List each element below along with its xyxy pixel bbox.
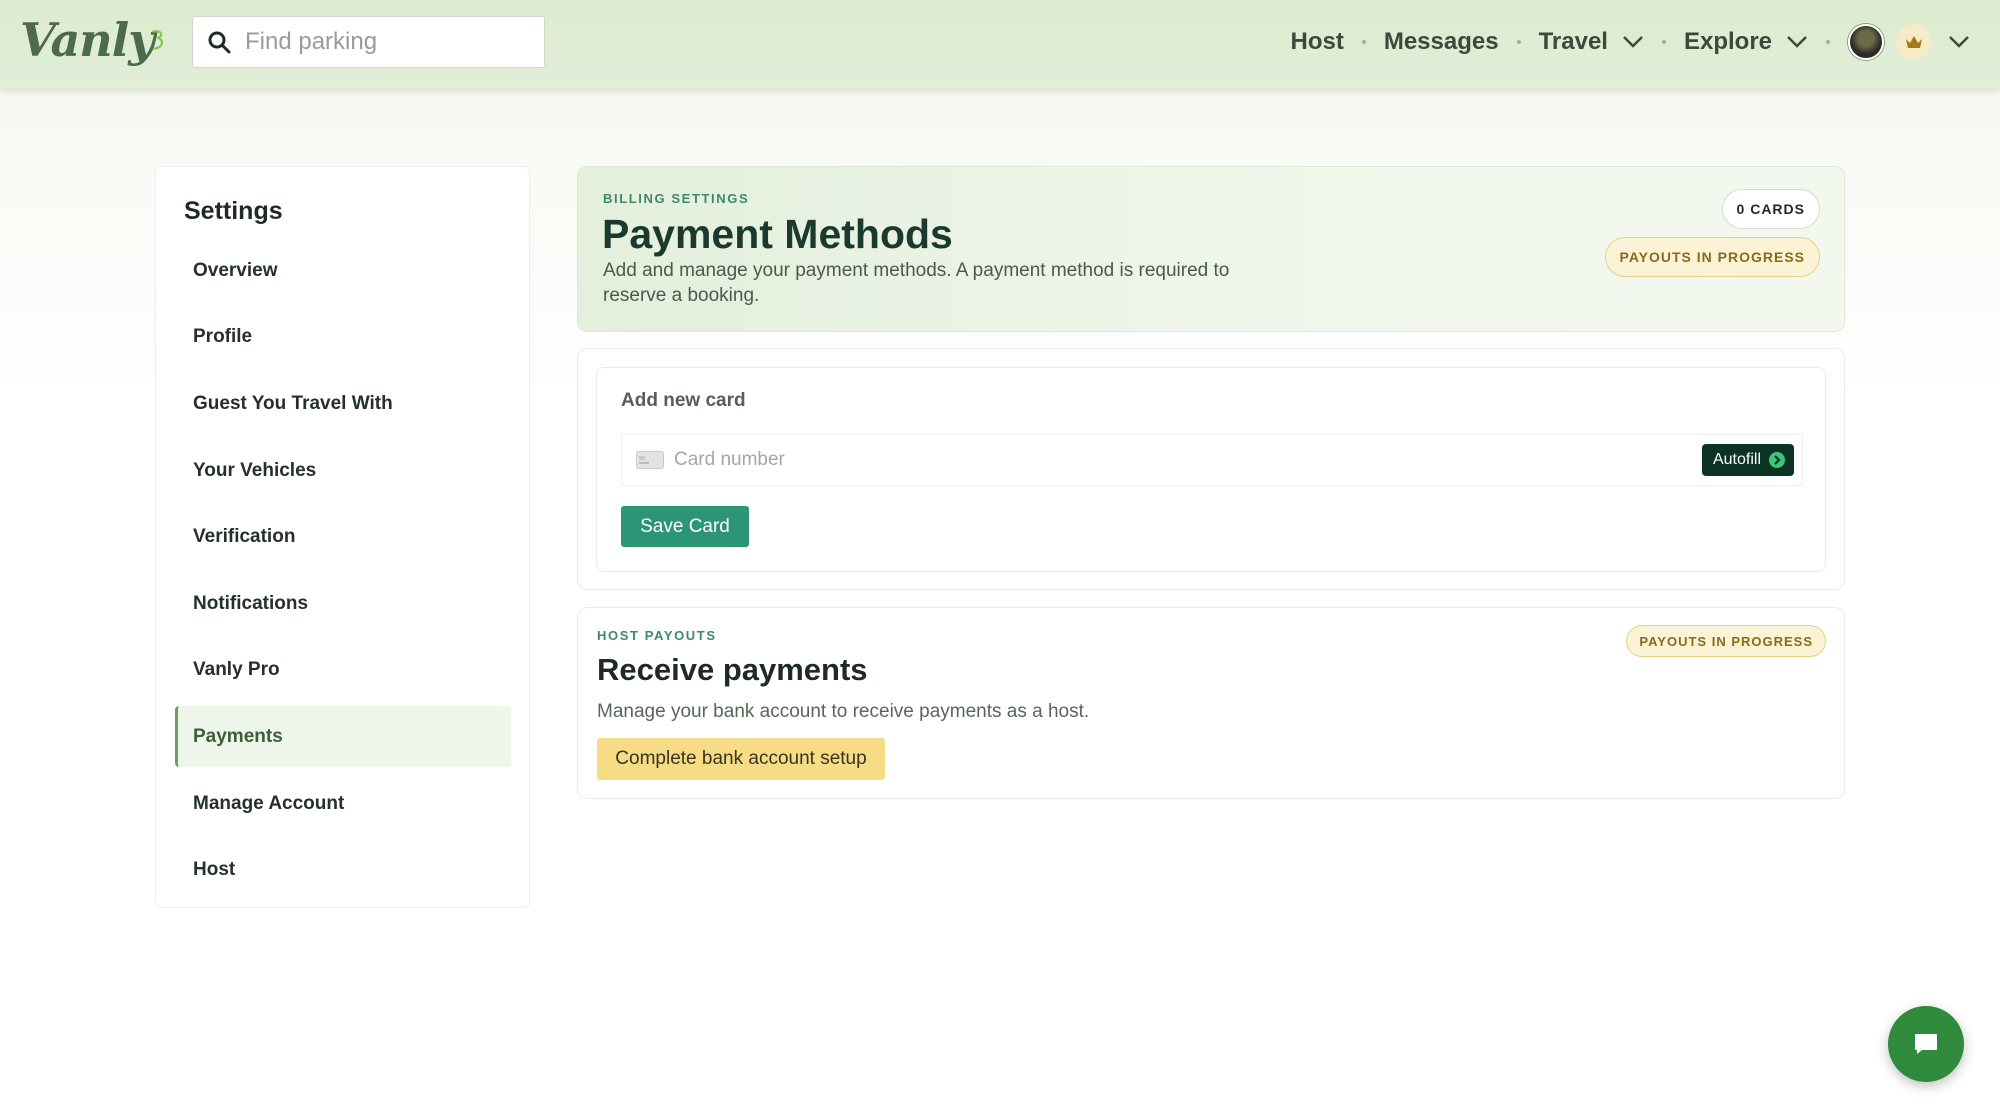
- autofill-button[interactable]: Autofill: [1701, 444, 1794, 476]
- payouts-title: Receive payments: [597, 652, 868, 687]
- page-title: Payment Methods: [602, 211, 953, 257]
- sidebar-item-label: Payments: [193, 725, 283, 747]
- save-card-button[interactable]: Save Card: [621, 506, 749, 547]
- chevron-down-icon: [1787, 36, 1807, 48]
- nav-separator: [1516, 40, 1521, 44]
- nav-host[interactable]: Host: [1290, 28, 1343, 56]
- payouts-status-badge: PAYOUTS IN PROGRESS: [1626, 625, 1826, 657]
- sidebar-item-notifications[interactable]: Notifications: [175, 573, 511, 634]
- credit-card-icon: [636, 451, 664, 469]
- chat-button[interactable]: [1888, 1006, 1964, 1082]
- chevron-down-icon: [1623, 36, 1643, 48]
- logo-wordmark: Vanly: [20, 13, 155, 67]
- cards-count-badge: 0 CARDS: [1721, 189, 1820, 229]
- sidebar-item-label: Overview: [193, 259, 278, 281]
- top-navigation-bar: Vanly Host Messages Travel Explore: [0, 0, 2000, 89]
- arrow-right-circle-icon: [1769, 452, 1785, 468]
- card-number-input[interactable]: [674, 449, 1574, 471]
- nav-travel[interactable]: Travel: [1539, 28, 1644, 56]
- autofill-label: Autofill: [1712, 451, 1761, 468]
- user-avatar[interactable]: [1848, 24, 1884, 60]
- search-input[interactable]: [245, 28, 515, 56]
- main-nav: Host Messages Travel Explore: [1290, 0, 2000, 84]
- sidebar-item-vehicles[interactable]: Your Vehicles: [175, 440, 511, 501]
- nav-travel-label: Travel: [1538, 28, 1608, 55]
- search-box[interactable]: [192, 16, 545, 68]
- sidebar-item-label: Verification: [193, 525, 296, 547]
- sidebar-item-manage-account[interactable]: Manage Account: [175, 773, 511, 834]
- sidebar-item-host[interactable]: Host: [175, 839, 511, 900]
- billing-eyebrow: BILLING SETTINGS: [603, 191, 750, 206]
- sidebar-title: Settings: [184, 197, 283, 225]
- vanly-logo[interactable]: Vanly: [20, 10, 165, 70]
- payouts-eyebrow: HOST PAYOUTS: [597, 628, 717, 643]
- nav-messages-label: Messages: [1383, 28, 1499, 55]
- sidebar-item-overview[interactable]: Overview: [175, 240, 511, 301]
- nav-messages[interactable]: Messages: [1384, 28, 1499, 56]
- nav-separator: [1361, 40, 1366, 44]
- crown-icon: [1906, 36, 1922, 48]
- sidebar-item-label: Manage Account: [193, 792, 345, 814]
- sidebar-item-label: Guest You Travel With: [193, 392, 393, 414]
- sidebar-item-payments[interactable]: Payments: [175, 706, 511, 767]
- search-icon: [208, 31, 231, 54]
- nav-host-label: Host: [1290, 28, 1344, 55]
- chat-icon: [1915, 1034, 1937, 1054]
- payouts-status-badge: PAYOUTS IN PROGRESS: [1604, 237, 1820, 277]
- nav-explore[interactable]: Explore: [1684, 28, 1808, 56]
- billing-description: Add and manage your payment methods. A p…: [603, 260, 1230, 306]
- billing-settings-card: BILLING SETTINGS Payment Methods Add and…: [577, 166, 1845, 332]
- sidebar-item-vanly-pro[interactable]: Vanly Pro: [175, 639, 511, 700]
- sidebar-item-profile[interactable]: Profile: [175, 306, 511, 367]
- logo-swirl-icon: [152, 30, 163, 50]
- complete-bank-setup-button[interactable]: Complete bank account setup: [597, 738, 885, 780]
- pro-badge[interactable]: [1896, 24, 1932, 60]
- sidebar-item-label: Notifications: [193, 592, 309, 614]
- add-card-section: Add new card Autofill Save Card: [577, 348, 1845, 590]
- sidebar-item-verification[interactable]: Verification: [175, 506, 511, 567]
- add-card-title: Add new card: [621, 390, 746, 411]
- sidebar-item-label: Profile: [193, 325, 253, 347]
- sidebar-item-guests[interactable]: Guest You Travel With: [175, 373, 511, 434]
- settings-sidebar: Settings Overview Profile Guest You Trav…: [155, 166, 530, 908]
- payouts-description: Manage your bank account to receive paym…: [597, 701, 1090, 722]
- sidebar-item-label: Vanly Pro: [193, 658, 280, 680]
- sidebar-item-label: Your Vehicles: [193, 459, 317, 481]
- nav-separator: [1661, 40, 1666, 44]
- nav-separator: [1826, 40, 1830, 44]
- add-card-form: Add new card Autofill Save Card: [596, 367, 1826, 572]
- nav-explore-label: Explore: [1683, 28, 1772, 55]
- sidebar-item-label: Host: [193, 858, 236, 880]
- card-number-field[interactable]: Autofill: [621, 434, 1803, 486]
- chevron-down-icon[interactable]: [1948, 35, 1970, 49]
- host-payouts-card: HOST PAYOUTS Receive payments Manage you…: [577, 607, 1845, 799]
